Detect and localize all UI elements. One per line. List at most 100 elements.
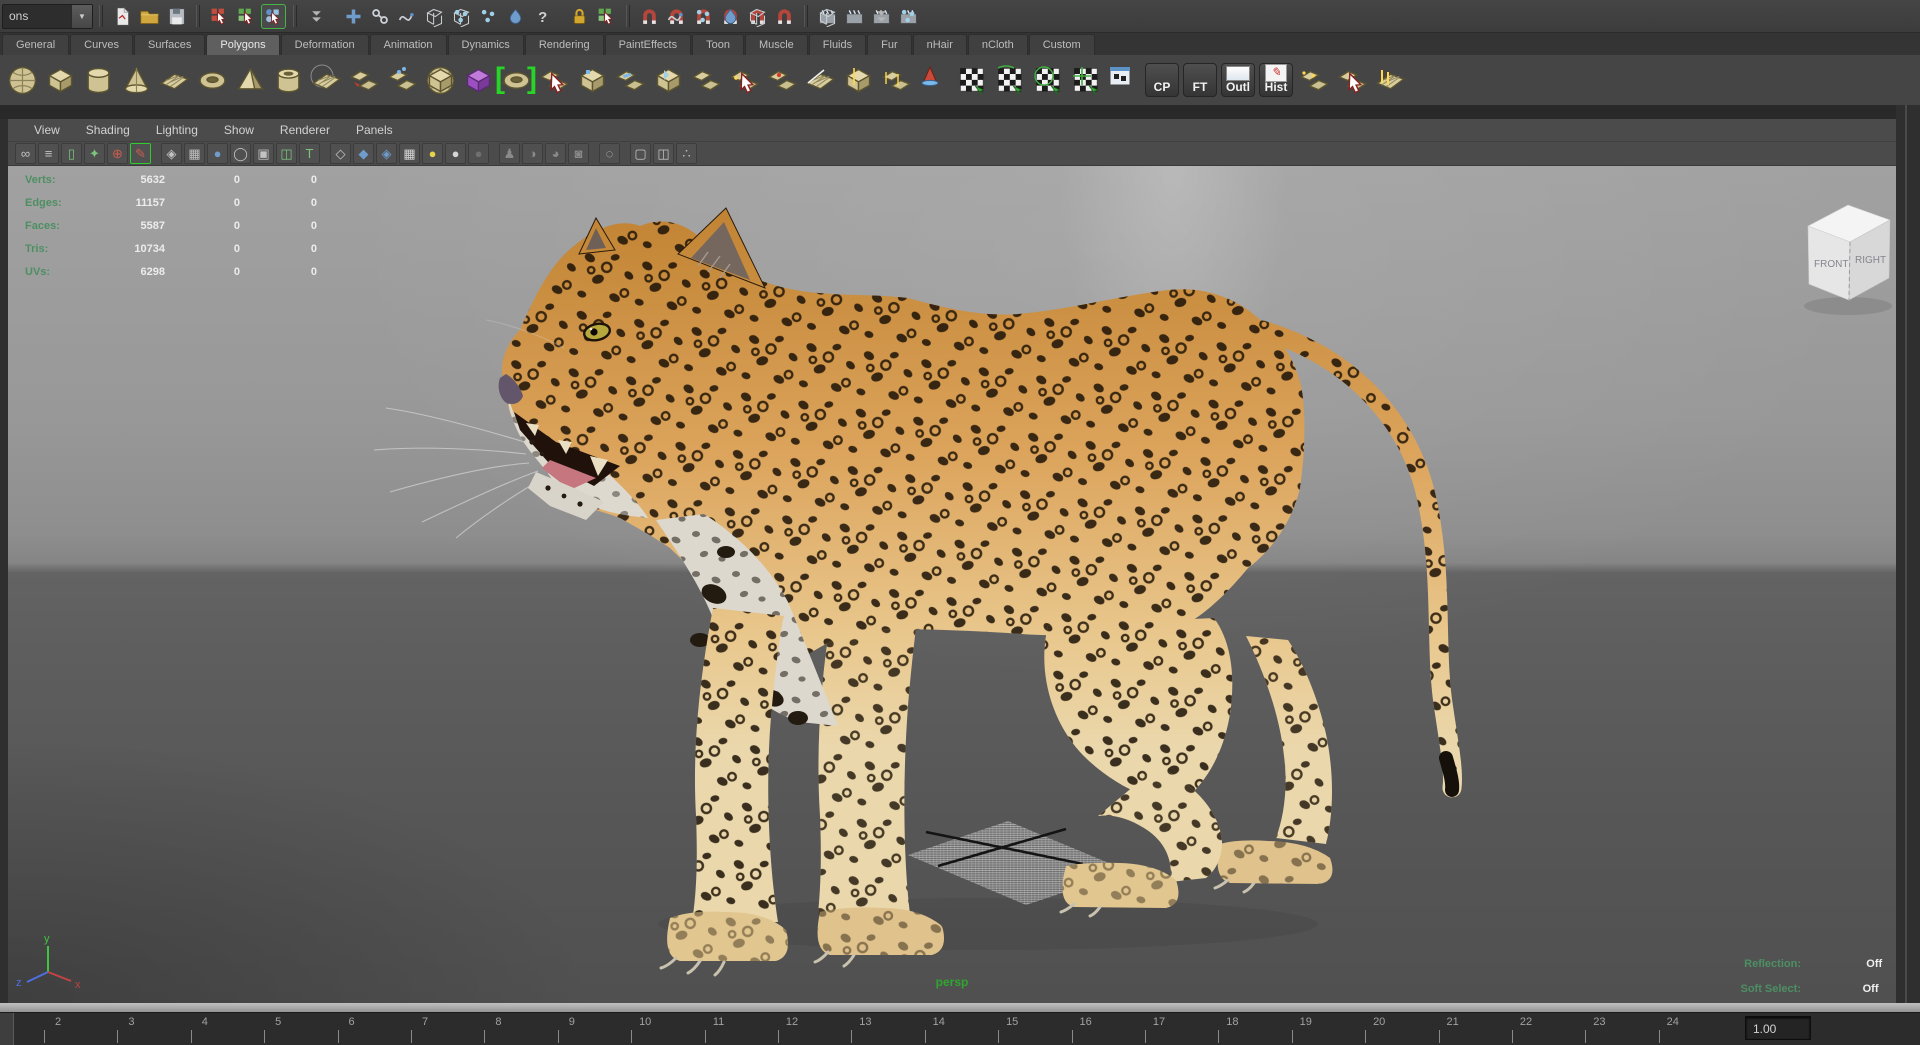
cylindrical-mapping-icon[interactable] xyxy=(991,59,1029,101)
plugin-shading-icon[interactable]: ◙ xyxy=(568,143,589,164)
bevel-icon[interactable] xyxy=(649,59,687,101)
new-scene-icon[interactable] xyxy=(110,4,135,29)
camera-attributes-icon[interactable]: ≡ xyxy=(38,143,59,164)
timeline-tick[interactable]: 9 xyxy=(552,1016,592,1043)
particles-icon[interactable] xyxy=(476,4,501,29)
lattice-icon[interactable] xyxy=(422,4,447,29)
snap-projected-center-icon[interactable] xyxy=(718,4,743,29)
menu-renderer[interactable]: Renderer xyxy=(280,123,330,137)
scene-shapes-icon[interactable]: ▢ xyxy=(630,143,651,164)
bridge-icon[interactable] xyxy=(611,59,649,101)
tab-custom[interactable]: Custom xyxy=(1028,34,1095,55)
shaded-icon[interactable]: ◆ xyxy=(353,143,374,164)
tab-fluids[interactable]: Fluids xyxy=(808,34,867,55)
poly-pipe-icon[interactable] xyxy=(269,59,307,101)
cp-button[interactable]: CP xyxy=(1145,63,1179,97)
timeline-tick[interactable]: 15 xyxy=(992,1016,1032,1043)
toolbar-grip[interactable] xyxy=(803,5,809,27)
menu-panels[interactable]: Panels xyxy=(356,123,393,137)
help-icon[interactable] xyxy=(530,4,555,29)
panel-bottom-edge[interactable] xyxy=(0,1003,1920,1013)
snap-modes-icon[interactable] xyxy=(304,4,329,29)
timeline-tick[interactable]: 19 xyxy=(1286,1016,1326,1043)
menu-show[interactable]: Show xyxy=(224,123,254,137)
smooth-icon[interactable] xyxy=(495,59,537,101)
planar-mapping-icon[interactable] xyxy=(953,59,991,101)
ipr-render-icon[interactable] xyxy=(869,4,894,29)
timeline-tick[interactable]: 13 xyxy=(845,1016,885,1043)
outliner-button[interactable]: Outl xyxy=(1221,63,1255,97)
ambient-occlusion-icon[interactable]: ● xyxy=(468,143,489,164)
append-to-poly-icon[interactable] xyxy=(535,59,573,101)
timeline-tick[interactable]: 20 xyxy=(1359,1016,1399,1043)
timeline-tick[interactable]: 12 xyxy=(772,1016,812,1043)
spherical-mapping-icon[interactable] xyxy=(1029,59,1067,101)
select-camera-icon[interactable]: ∞ xyxy=(15,143,36,164)
image-plane-icon[interactable]: ✦ xyxy=(84,143,105,164)
grease-pencil-icon[interactable]: ✎ xyxy=(130,143,151,164)
multi-cut-icon[interactable] xyxy=(687,59,725,101)
tab-curves[interactable]: Curves xyxy=(70,34,133,55)
poly-cone-icon[interactable] xyxy=(117,59,155,101)
curve-snap-icon[interactable] xyxy=(395,4,420,29)
select-component-icon[interactable] xyxy=(261,3,286,29)
jaguar-model[interactable] xyxy=(373,207,1453,977)
tab-muscle[interactable]: Muscle xyxy=(744,34,808,55)
viewport-3d[interactable]: FRONT RIGHT y z x Verts: 5632 0 0 Edges:… xyxy=(8,166,1896,1003)
poly-platonic-icon[interactable] xyxy=(307,59,345,101)
nex-drag-icon[interactable] xyxy=(1333,59,1371,101)
isolate-select-icon[interactable]: ◌ xyxy=(599,143,620,164)
sculpt-icon[interactable] xyxy=(915,59,953,101)
timeline-tick[interactable]: 16 xyxy=(1066,1016,1106,1043)
select-hierarchy-icon[interactable] xyxy=(207,4,232,29)
tab-rendering[interactable]: Rendering xyxy=(524,34,604,55)
timeline-tick[interactable]: 2 xyxy=(38,1016,78,1043)
render-settings-icon[interactable] xyxy=(896,4,921,29)
timeline-tick[interactable]: 7 xyxy=(405,1016,445,1043)
timeline-tick[interactable]: 8 xyxy=(478,1016,518,1043)
select-object-icon[interactable] xyxy=(234,4,259,29)
timeline-tick[interactable]: 17 xyxy=(1139,1016,1179,1043)
automatic-mapping-icon[interactable] xyxy=(1067,59,1105,101)
timeline-tick[interactable]: 10 xyxy=(625,1016,665,1043)
wireframe-icon[interactable]: ◇ xyxy=(330,143,351,164)
uv-editor-icon[interactable] xyxy=(1105,59,1143,101)
move-tool-icon[interactable] xyxy=(341,4,366,29)
snap-curve-icon[interactable] xyxy=(664,4,689,29)
field-chart-icon[interactable]: ◯ xyxy=(230,143,251,164)
open-scene-icon[interactable] xyxy=(137,4,162,29)
menu-view[interactable]: View xyxy=(34,123,60,137)
checkered-icon[interactable]: ▦ xyxy=(399,143,420,164)
save-scene-icon[interactable] xyxy=(164,4,189,29)
timeline-tick[interactable]: 24 xyxy=(1653,1016,1693,1043)
timeline-tick[interactable]: 4 xyxy=(185,1016,225,1043)
cluster-icon[interactable] xyxy=(449,4,474,29)
interactive-split-icon[interactable] xyxy=(725,59,763,101)
resolution-gate-icon[interactable]: ▦ xyxy=(184,143,205,164)
booleans-icon[interactable] xyxy=(421,59,459,101)
menu-lighting[interactable]: Lighting xyxy=(156,123,198,137)
tab-painteffects[interactable]: PaintEffects xyxy=(604,34,692,55)
nex-points-icon[interactable] xyxy=(1295,59,1333,101)
tab-animation[interactable]: Animation xyxy=(369,34,447,55)
fluid-icon[interactable] xyxy=(503,4,528,29)
poly-cube-icon[interactable] xyxy=(41,59,79,101)
toolbar-grip[interactable] xyxy=(195,5,201,27)
timeline-tick[interactable]: 3 xyxy=(111,1016,151,1043)
offset-edge-loop-icon[interactable] xyxy=(877,59,915,101)
ik-handle-icon[interactable] xyxy=(368,4,393,29)
chevron-down-icon[interactable]: ▼ xyxy=(71,4,92,28)
tab-polygons[interactable]: Polygons xyxy=(206,34,280,55)
current-frame-indicator[interactable] xyxy=(0,1013,14,1045)
gate-mask-icon[interactable]: ● xyxy=(207,143,228,164)
tab-surfaces[interactable]: Surfaces xyxy=(133,34,206,55)
xray-icon[interactable]: ♟ xyxy=(499,143,520,164)
subdiv-proxy-icon[interactable] xyxy=(459,59,497,101)
toolbar-grip[interactable] xyxy=(292,5,298,27)
poly-torus-icon[interactable] xyxy=(193,59,231,101)
merge-vertex-icon[interactable] xyxy=(763,59,801,101)
tab-nhair[interactable]: nHair xyxy=(912,34,967,55)
timeline-tick[interactable]: 22 xyxy=(1506,1016,1546,1043)
textured-icon[interactable]: ◈ xyxy=(376,143,397,164)
toolbar-grip[interactable] xyxy=(98,5,104,27)
